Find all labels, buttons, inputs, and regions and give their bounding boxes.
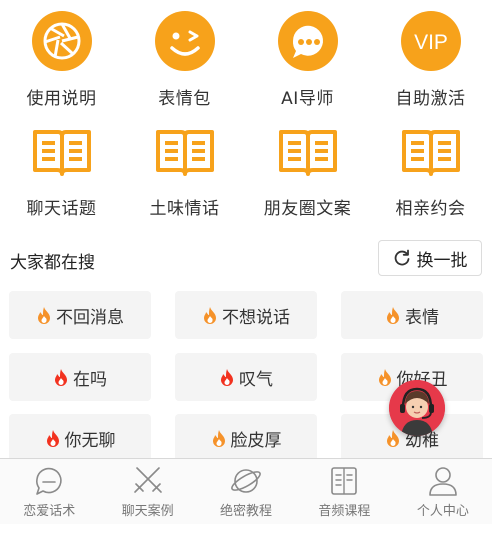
fire-icon — [212, 430, 225, 447]
tab-secret-tutorials[interactable]: 绝密教程 — [197, 459, 295, 525]
tab-label: 绝密教程 — [220, 504, 273, 519]
tool-label: 朋友圈文案 — [263, 199, 352, 219]
tab-label: 恋爱话术 — [23, 504, 76, 519]
fire-icon — [387, 430, 399, 447]
aperture-icon — [31, 10, 93, 72]
wink-face-icon — [154, 10, 216, 72]
section-title: 大家都在搜 — [10, 253, 95, 273]
tag-label: 不想说话 — [222, 307, 290, 328]
vip-icon: VIP — [400, 10, 462, 72]
hot-tag[interactable]: 表情 — [341, 291, 483, 339]
refresh-button[interactable]: 换一批 — [378, 240, 482, 276]
tag-label: 不回消息 — [56, 307, 124, 328]
fire-icon — [221, 369, 233, 386]
tool-chat-topics[interactable]: 聊天话题 — [0, 122, 123, 219]
tools-row-1: 使用说明 表情包 AI导师 VIP 自助激活 — [0, 10, 492, 109]
tool-label: 相亲约会 — [395, 199, 466, 219]
support-agent-icon — [389, 380, 445, 436]
tool-cheesy-lines[interactable]: 土味情话 — [123, 122, 246, 219]
planet-icon — [231, 469, 261, 493]
open-book-icon — [400, 122, 462, 184]
tool-label: 自助激活 — [395, 89, 466, 109]
tab-label: 音频课程 — [318, 504, 371, 519]
tool-blind-date[interactable]: 相亲约会 — [369, 122, 492, 219]
fire-icon — [204, 307, 216, 324]
hot-tag[interactable]: 在吗 — [9, 353, 151, 401]
tool-self-activation[interactable]: VIP 自助激活 — [369, 10, 492, 109]
open-book-icon — [154, 122, 216, 184]
refresh-label: 换一批 — [416, 250, 468, 271]
tool-label: 使用说明 — [26, 89, 97, 109]
chat-bubble-icon — [36, 467, 62, 495]
tool-label: 聊天话题 — [26, 199, 97, 219]
open-book-icon — [31, 122, 93, 184]
tool-stickers[interactable]: 表情包 — [123, 10, 246, 109]
tool-moments-copy[interactable]: 朋友圈文案 — [246, 122, 369, 219]
tag-label: 你无聊 — [64, 430, 116, 451]
tag-label: 脸皮厚 — [230, 430, 282, 451]
tag-label: 在吗 — [73, 369, 107, 390]
open-book-icon — [277, 122, 339, 184]
fire-icon — [38, 307, 50, 324]
hot-tag[interactable]: 叹气 — [175, 353, 317, 401]
document-icon — [331, 467, 358, 495]
tab-personal-center[interactable]: 个人中心 — [394, 459, 492, 525]
hot-tag[interactable]: 不回消息 — [9, 291, 151, 339]
bottom-tab-bar: 恋爱话术 聊天案例 绝密教程 音频课程 个人中心 — [0, 458, 492, 525]
bottom-safe-area — [0, 524, 492, 545]
tab-label: 个人中心 — [416, 504, 469, 519]
ai-chat-icon — [277, 10, 339, 72]
hot-tag[interactable]: 不想说话 — [175, 291, 317, 339]
fire-icon — [378, 369, 391, 386]
tool-label: 表情包 — [158, 89, 211, 109]
tag-label: 表情 — [405, 307, 439, 328]
tab-love-scripts[interactable]: 恋爱话术 — [0, 459, 98, 525]
hot-tag[interactable]: 你无聊 — [9, 414, 151, 462]
fire-icon — [387, 307, 399, 324]
tool-usage-guide[interactable]: 使用说明 — [0, 10, 123, 109]
tag-label: 叹气 — [239, 369, 273, 390]
tab-chat-cases[interactable]: 聊天案例 — [98, 459, 196, 525]
fire-icon — [55, 369, 67, 386]
tools-row-2: 聊天话题 土味情话 朋友圈文案 相亲约会 — [0, 122, 492, 219]
customer-service-button[interactable] — [389, 380, 445, 436]
tool-label: 土味情话 — [149, 199, 220, 219]
tool-label: AI导师 — [281, 89, 334, 109]
refresh-icon — [394, 249, 409, 266]
tab-label: 聊天案例 — [121, 504, 174, 519]
tab-audio-courses[interactable]: 音频课程 — [295, 459, 393, 525]
fire-icon — [46, 430, 59, 447]
person-icon — [429, 467, 457, 496]
crossed-swords-icon — [133, 467, 162, 493]
hot-tag[interactable]: 脸皮厚 — [175, 414, 317, 462]
vip-badge-text: VIP — [414, 31, 448, 54]
tool-ai-mentor[interactable]: AI导师 — [246, 10, 369, 109]
